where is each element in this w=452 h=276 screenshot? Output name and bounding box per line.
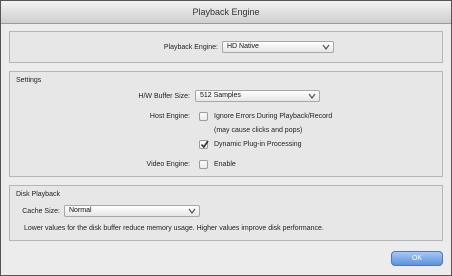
cache-size-select[interactable]: Normal	[64, 205, 200, 217]
ignore-errors-label: Ignore Errors During Playback/Record	[214, 113, 333, 120]
ok-button[interactable]: OK	[391, 251, 443, 266]
host-engine-label: Host Engine:	[149, 113, 190, 120]
video-engine-label: Video Engine:	[146, 161, 190, 168]
chevron-down-icon	[188, 208, 196, 214]
disk-playback-panel: Disk Playback Cache Size: Normal Lower v…	[9, 185, 443, 241]
settings-panel: Settings H/W Buffer Size: 512 Samples Ho…	[9, 71, 443, 177]
dialog-title: Playback Engine	[192, 7, 260, 17]
disk-buffer-note: Lower values for the disk buffer reduce …	[24, 225, 324, 232]
playback-engine-label: Playback Engine:	[163, 44, 218, 51]
cache-size-label: Cache Size:	[22, 208, 60, 215]
playback-engine-select[interactable]: HD Native	[222, 41, 334, 53]
dynamic-plugin-label: Dynamic Plug-in Processing	[214, 141, 302, 148]
video-enable-checkbox[interactable]	[199, 160, 208, 169]
playback-engine-dialog: Playback Engine Playback Engine: HD Nati…	[0, 0, 452, 276]
dynamic-plugin-checkbox[interactable]	[199, 140, 209, 149]
chevron-down-icon	[308, 93, 316, 99]
engine-panel: Playback Engine: HD Native	[9, 31, 443, 63]
chevron-down-icon	[322, 44, 330, 50]
video-enable-label: Enable	[214, 161, 236, 168]
ignore-errors-note: (may cause clicks and pops)	[214, 127, 303, 134]
ignore-errors-checkbox[interactable]	[199, 112, 208, 121]
buffer-size-select[interactable]: 512 Samples	[195, 90, 320, 102]
playback-engine-value: HD Native	[227, 43, 259, 50]
checkmark-icon	[200, 140, 209, 149]
cache-size-value: Normal	[69, 207, 92, 214]
buffer-size-value: 512 Samples	[200, 92, 241, 99]
settings-heading: Settings	[16, 77, 42, 84]
buffer-size-label: H/W Buffer Size:	[138, 93, 190, 100]
disk-playback-heading: Disk Playback	[16, 191, 60, 198]
title-bar[interactable]: Playback Engine	[1, 1, 451, 24]
